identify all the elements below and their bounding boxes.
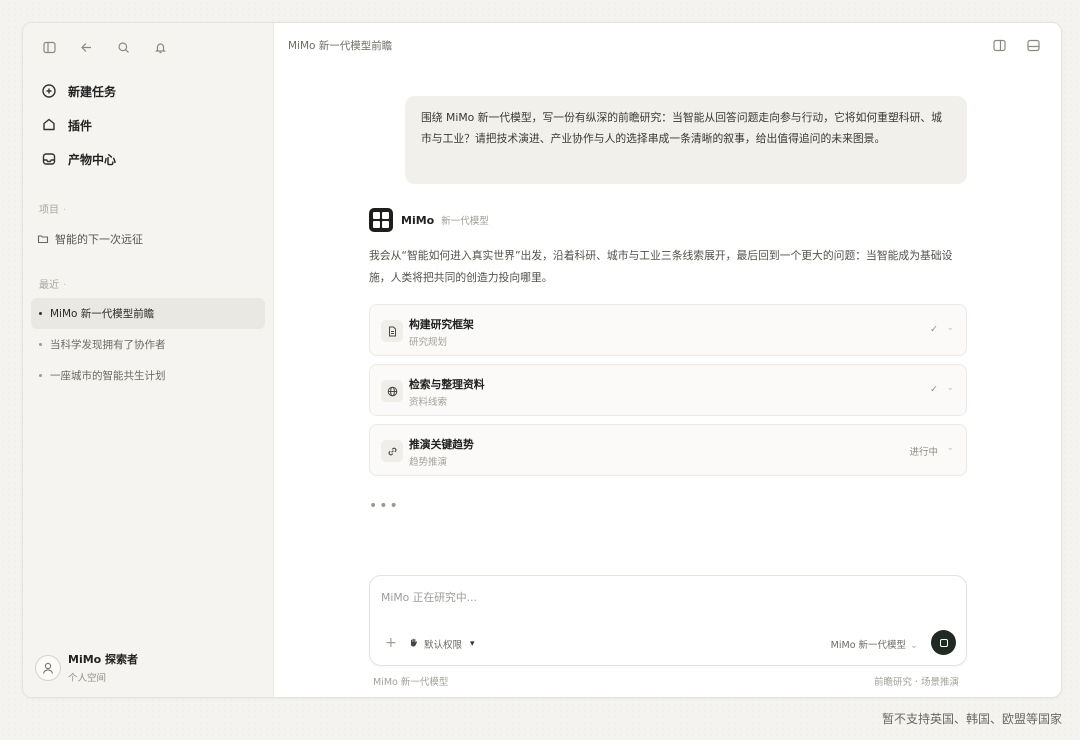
top-bar: MiMo 新一代模型前瞻 [274, 23, 1061, 67]
check-icon: ✓ [930, 384, 938, 395]
recent-item-mimo-preview[interactable]: MiMo 新一代模型前瞻 [31, 298, 265, 329]
model-select[interactable]: MiMo 新一代模型 ⌄ [831, 637, 918, 651]
sidebar-toggle-icon[interactable] [39, 37, 59, 57]
step-card-trends[interactable]: 推演关键趋势 趋势推演 进行中 ⌄ [369, 424, 967, 476]
bell-icon[interactable] [150, 37, 170, 57]
projects-section-label: 项目 · [39, 201, 66, 216]
check-icon: ✓ [930, 324, 938, 335]
step-title: 检索与整理资料 [409, 378, 485, 391]
user-icon [42, 662, 54, 674]
nav-label: 产物中心 [68, 152, 117, 167]
link-icon [381, 440, 403, 462]
assistant-tag: 新一代模型 [441, 216, 489, 227]
assistant-name: MiMo [401, 213, 435, 227]
nav-artifacts[interactable]: 产物中心 [37, 142, 261, 176]
message-input[interactable]: MiMo 正在研究中... [381, 589, 477, 605]
folder-icon [35, 231, 51, 247]
globe-icon [381, 380, 403, 402]
step-subtitle: 趋势推演 [409, 457, 448, 468]
chevron-down-icon[interactable]: ⌄ [946, 443, 954, 453]
nav-new-task[interactable]: 新建任务 [37, 74, 261, 108]
recent-item-label: 当科学发现拥有了协作者 [50, 339, 166, 351]
step-subtitle: 研究规划 [409, 337, 448, 348]
step-title: 构建研究框架 [409, 318, 474, 331]
bullet-icon [39, 343, 42, 346]
chevron-down-icon: ⌄ [910, 640, 918, 651]
section-dot: · [63, 280, 67, 291]
nav-label: 插件 [68, 118, 93, 133]
step-card-framework[interactable]: 构建研究框架 研究规划 ✓ ⌄ [369, 304, 967, 356]
mimo-logo-icon [369, 208, 393, 232]
user-message: 围绕 MiMo 新一代模型，写一份有纵深的前瞻研究：当智能从回答问题走向参与行动… [405, 96, 967, 184]
step-title: 推演关键趋势 [409, 438, 474, 451]
new-task-icon [39, 81, 59, 101]
chevron-down-icon[interactable]: ⌄ [946, 323, 954, 333]
footer-mode: 前瞻研究 · 场景推演 [874, 677, 960, 688]
main-panel: MiMo 新一代模型前瞻 围绕 MiMo 新一代模型，写一份有纵深的前瞻研究：当… [274, 23, 1061, 697]
composer: MiMo 正在研究中... + 默认权限 ▾ MiMo 新一代模型 ⌄ [369, 575, 967, 666]
stop-button[interactable] [931, 630, 956, 655]
bullet-icon [39, 312, 42, 315]
page-title: MiMo 新一代模型前瞻 [288, 40, 393, 52]
user-space: 个人空间 [68, 673, 107, 684]
recent-list: MiMo 新一代模型前瞻 当科学发现拥有了协作者 一座城市的智能共生计划 [31, 298, 265, 391]
nav-plugins[interactable]: 插件 [37, 108, 261, 142]
avatar [35, 654, 61, 681]
section-dot: · [63, 205, 67, 216]
chevron-down-icon[interactable]: ⌄ [946, 383, 954, 393]
recent-item-science[interactable]: 当科学发现拥有了协作者 [31, 329, 265, 360]
step-card-research[interactable]: 检索与整理资料 资料线索 ✓ ⌄ [369, 364, 967, 416]
project-item[interactable]: 智能的下一次远征 [35, 229, 143, 249]
project-label: 智能的下一次远征 [55, 233, 143, 246]
footer-model: MiMo 新一代模型 [373, 677, 449, 688]
permission-label: 默认权限 [424, 640, 463, 651]
recent-label-text: 最近 [39, 280, 59, 291]
recent-item-label: 一座城市的智能共生计划 [50, 370, 166, 382]
assistant-header: MiMo 新一代模型 [369, 208, 489, 232]
model-label: MiMo 新一代模型 [830, 640, 907, 651]
user-profile[interactable]: MiMo 探索者 个人空间 [35, 651, 138, 684]
sidebar: 新建任务 插件 产物中心 项目 · 智能的下一次远征 最近 · MiMo 新一代… [23, 23, 274, 697]
assistant-message: 我会从“智能如何进入真实世界”出发，沿着科研、城市与工业三条线索展开，最后回到一… [369, 249, 953, 284]
projects-label-text: 项目 [39, 205, 59, 216]
stop-icon [939, 638, 948, 647]
search-icon[interactable] [113, 37, 133, 57]
app-window: 新建任务 插件 产物中心 项目 · 智能的下一次远征 最近 · MiMo 新一代… [22, 22, 1062, 698]
typing-indicator: ••• [369, 498, 400, 514]
region-notice: 暂不支持英国、韩国、欧盟等国家 [881, 712, 1062, 726]
chevron-down-icon: ▾ [470, 639, 475, 649]
document-icon [381, 320, 403, 342]
step-subtitle: 资料线索 [409, 397, 448, 408]
top-bar-actions [989, 35, 1043, 55]
step-status: 进行中 [909, 447, 938, 458]
bottom-panel-icon[interactable] [1023, 35, 1043, 55]
recent-item-city[interactable]: 一座城市的智能共生计划 [31, 360, 265, 391]
inbox-icon [39, 149, 59, 169]
hand-icon [408, 637, 419, 651]
plus-icon[interactable]: + [385, 635, 397, 651]
sidebar-nav: 新建任务 插件 产物中心 [37, 74, 261, 176]
plugin-icon [39, 115, 59, 135]
sidebar-toolbar [39, 37, 170, 57]
permission-select[interactable]: 默认权限 ▾ [408, 637, 475, 651]
nav-label: 新建任务 [68, 84, 117, 99]
user-info: MiMo 探索者 个人空间 [68, 651, 138, 684]
recent-item-label: MiMo 新一代模型前瞻 [50, 308, 155, 320]
recent-section-label: 最近 · [39, 276, 66, 291]
split-view-icon[interactable] [989, 35, 1009, 55]
user-name: MiMo 探索者 [68, 653, 139, 666]
bullet-icon [39, 374, 42, 377]
back-arrow-icon[interactable] [76, 37, 96, 57]
